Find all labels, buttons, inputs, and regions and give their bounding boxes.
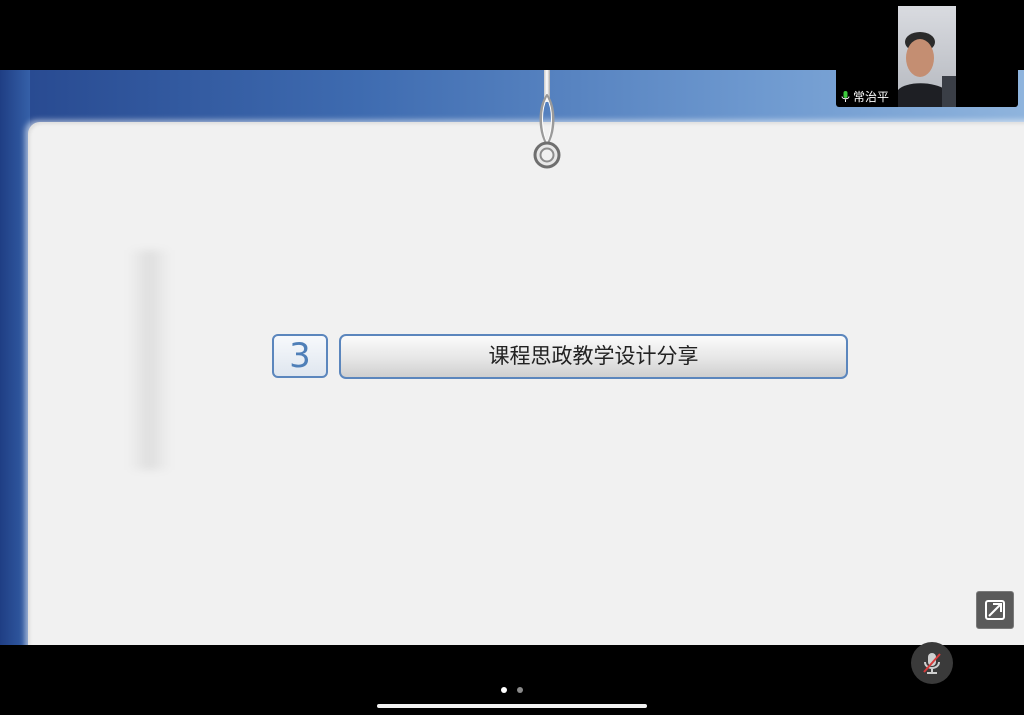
section-title: 课程思政教学设计分享 [339, 334, 848, 379]
participant-face-icon [898, 32, 956, 107]
microphone-muted-icon [923, 653, 941, 674]
share-screen-icon [985, 600, 1005, 620]
participant-name: 常治平 [853, 90, 890, 104]
video-frame [898, 6, 956, 107]
section-number: 3 [272, 334, 328, 378]
ring-icon [533, 141, 561, 169]
participant-name-label: 常治平 [841, 90, 889, 104]
share-screen-button[interactable] [976, 591, 1014, 629]
page-indicator-dot-1[interactable] [501, 687, 507, 693]
participant-video[interactable]: 常治平 [836, 6, 1018, 107]
shared-slide: 3 课程思政教学设计分享 [0, 70, 1024, 645]
microphone-mute-button[interactable] [911, 642, 953, 684]
slide-panel [28, 122, 1024, 645]
hook-loop-icon [539, 94, 555, 146]
page-indicator-dot-2[interactable] [517, 687, 523, 693]
slide-left-edge [0, 70, 30, 645]
slide-panel-shadow [127, 250, 172, 470]
microphone-icon [841, 91, 850, 102]
home-indicator[interactable] [377, 704, 647, 708]
